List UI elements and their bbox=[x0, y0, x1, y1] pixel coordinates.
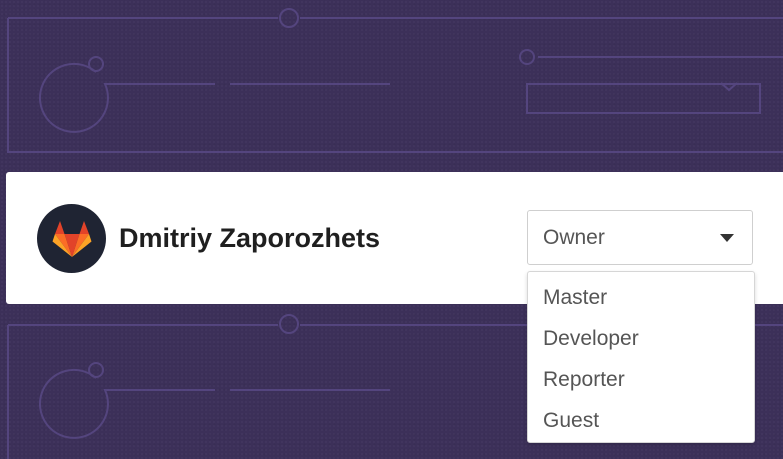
role-select-value: Owner bbox=[543, 226, 605, 249]
background-stage: Dmitriy Zaporozhets Owner Master Develop… bbox=[0, 0, 783, 459]
role-option-developer[interactable]: Developer bbox=[528, 318, 754, 359]
role-dropdown-menu: Master Developer Reporter Guest bbox=[527, 271, 755, 443]
role-option-guest[interactable]: Guest bbox=[528, 400, 754, 441]
member-name: Dmitriy Zaporozhets bbox=[119, 223, 381, 253]
role-option-master[interactable]: Master bbox=[528, 277, 754, 318]
gitlab-tanuki-icon bbox=[52, 220, 91, 257]
role-select[interactable]: Owner bbox=[527, 210, 753, 265]
caret-down-icon bbox=[720, 234, 734, 242]
role-option-reporter[interactable]: Reporter bbox=[528, 359, 754, 400]
avatar bbox=[37, 204, 106, 273]
